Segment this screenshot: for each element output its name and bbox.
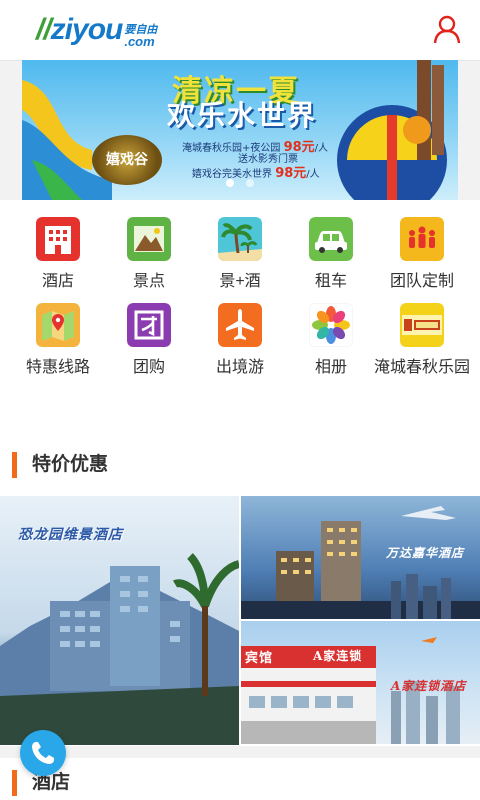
section-title: 特价优惠	[32, 454, 109, 475]
phone-icon	[32, 742, 54, 764]
menu-item-hotel[interactable]: 酒店	[12, 217, 104, 293]
menu-item-yancheng-park[interactable]: 淹城春秋乐园	[370, 303, 474, 379]
menu-item-car-rental[interactable]: 租车	[285, 217, 377, 293]
menu-label: 团队定制	[389, 273, 454, 290]
section-accent-bar	[12, 452, 17, 478]
logo-text: //ziyou	[36, 13, 123, 46]
banner-title-2: 欢乐水世界	[167, 99, 318, 132]
hotel-card-wanda[interactable]: 万达嘉华酒店	[241, 496, 480, 619]
section-accent-bar	[12, 770, 17, 796]
category-menu: 酒店 景点 景+酒 租车 团队定制 特惠线路 团购 出境游 相册 淹城春秋乐园	[0, 200, 480, 430]
hotel-card-ajia[interactable]: 宾馆 A家连锁 A家连锁酒店	[241, 621, 480, 744]
park-logo-icon	[400, 303, 444, 347]
hotel-name: 恐龙园维景酒店	[18, 527, 123, 543]
carousel-dot[interactable]	[225, 179, 234, 187]
hotel-sign-brand: A家连锁	[313, 649, 363, 663]
menu-item-album[interactable]: 相册	[285, 303, 377, 379]
photo-flower-icon	[309, 303, 353, 347]
carousel-dots	[22, 174, 458, 192]
menu-label: 特惠线路	[25, 359, 90, 376]
hotel-sign: 宾馆	[245, 651, 274, 666]
mountain-icon	[127, 217, 171, 261]
palm-tree-icon	[218, 217, 262, 261]
menu-label: 景+酒	[219, 273, 261, 290]
logo[interactable]: //ziyou 要自由 .com	[36, 12, 157, 48]
airplane-icon	[218, 303, 262, 347]
menu-item-attraction[interactable]: 景点	[103, 217, 195, 293]
promo-grid: 恐龙园维景酒店 万达嘉华酒店 宾馆 A家连锁 A家连锁酒店	[0, 496, 480, 746]
car-icon	[309, 217, 353, 261]
hotel-name: A家连锁酒店	[391, 679, 467, 693]
hotel-section-header: 酒店	[0, 758, 480, 800]
user-icon[interactable]	[432, 14, 462, 44]
menu-label: 酒店	[41, 273, 74, 290]
group-icon	[400, 217, 444, 261]
menu-label: 相册	[314, 359, 347, 376]
call-button[interactable]	[20, 730, 66, 776]
hotel-name: 万达嘉华酒店	[386, 546, 465, 560]
menu-label: 团购	[132, 359, 165, 376]
menu-item-team-custom[interactable]: 团队定制	[376, 217, 468, 293]
hotel-icon	[36, 217, 80, 261]
app-header: //ziyou 要自由 .com	[0, 0, 480, 61]
logo-com-text: .com	[124, 34, 155, 49]
menu-label: 租车	[314, 273, 347, 290]
menu-label: 淹城春秋乐园	[373, 359, 470, 376]
carousel-dot[interactable]	[246, 179, 255, 187]
group-buy-icon	[127, 303, 171, 347]
promo-banner[interactable]: 清凉一夏 欢乐水世界 淹城春秋乐园+夜公园 98元/人 送水影秀门票 嬉戏谷完美…	[22, 60, 458, 200]
menu-label: 景点	[132, 273, 165, 290]
menu-item-attraction-hotel[interactable]: 景+酒	[194, 217, 286, 293]
promo-section-header: 特价优惠	[0, 430, 480, 496]
menu-item-group-buy[interactable]: 团购	[103, 303, 195, 379]
map-pin-icon	[36, 303, 80, 347]
menu-label: 出境游	[215, 359, 264, 376]
hotel-card-dinosaur[interactable]: 恐龙园维景酒店	[0, 496, 239, 745]
menu-item-outbound-travel[interactable]: 出境游	[194, 303, 286, 379]
menu-item-special-routes[interactable]: 特惠线路	[12, 303, 104, 379]
